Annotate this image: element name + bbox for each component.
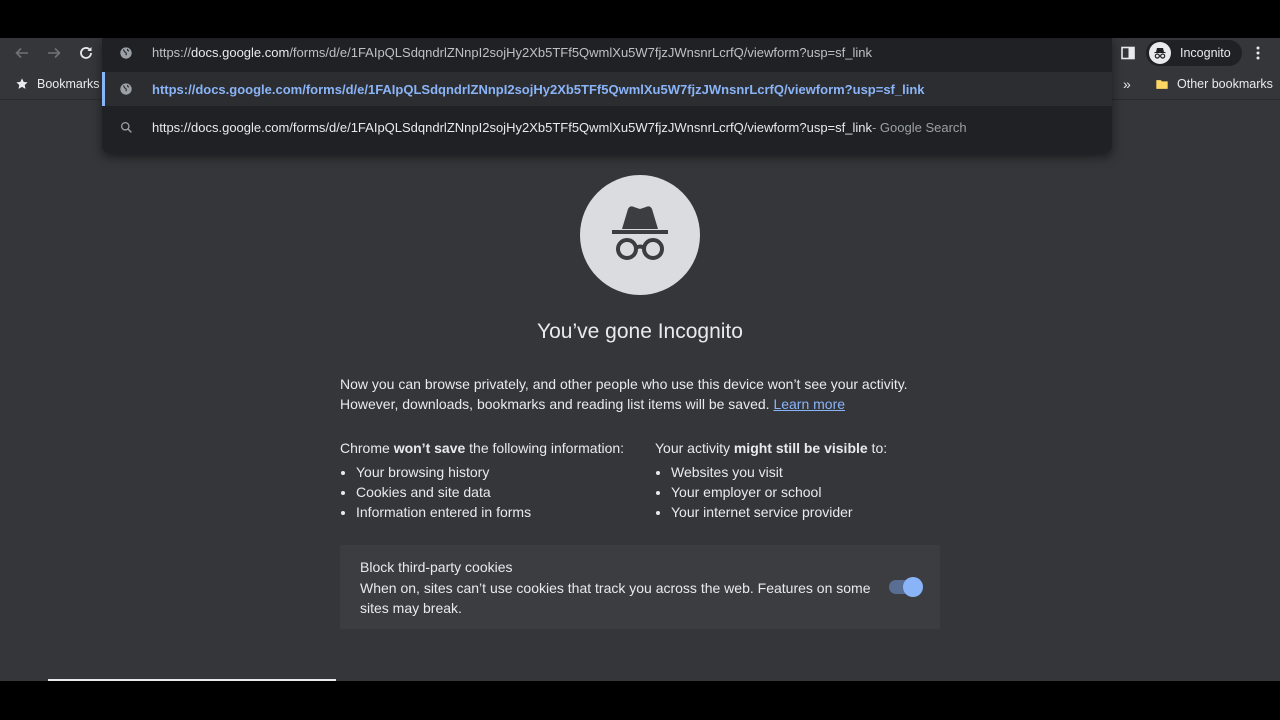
list-item: Information entered in forms	[356, 502, 640, 522]
other-bookmarks-button[interactable]: Other bookmarks	[1155, 67, 1273, 100]
menu-button[interactable]	[1246, 41, 1270, 65]
wont-save-section: Chrome won’t save the following informat…	[340, 438, 640, 522]
cookies-description: When on, sites can’t use cookies that tr…	[360, 580, 871, 616]
star-icon	[16, 77, 28, 89]
bookmarks-overflow-button[interactable]: »	[1123, 67, 1131, 100]
list-item: Websites you visit	[671, 462, 955, 482]
list-item: Your internet service provider	[671, 502, 955, 522]
suggestion-url-text: https://docs.google.com/forms/d/e/1FAIpQ…	[152, 81, 925, 97]
bookmarks-label: Bookmarks	[37, 76, 100, 91]
other-bookmarks-label: Other bookmarks	[1177, 76, 1273, 91]
suggestion-url-selected[interactable]: https://docs.google.com/forms/d/e/1FAIpQ…	[102, 72, 1112, 106]
incognito-ntp: You’ve gone Incognito Now you can browse…	[0, 100, 1280, 681]
suggestion-search-suffix: - Google Search	[871, 119, 967, 135]
intro-paragraph: Now you can browse privately, and other …	[340, 374, 940, 414]
back-button[interactable]	[10, 41, 34, 65]
globe-icon	[118, 45, 134, 61]
forward-arrow-icon	[48, 47, 61, 59]
incognito-avatar-icon	[1149, 42, 1171, 64]
suggestion-search[interactable]: https://docs.google.com/forms/d/e/1FAIpQ…	[102, 110, 1112, 144]
list-item: Your browsing history	[356, 462, 640, 482]
bookmarks-button[interactable]: Bookmarks	[15, 67, 100, 100]
cookies-title: Block third-party cookies	[360, 559, 513, 575]
more-vert-icon	[1256, 46, 1260, 60]
suggestion-search-text: https://docs.google.com/forms/d/e/1FAIpQ…	[152, 119, 872, 135]
wont-save-heading: Chrome won’t save the following informat…	[340, 440, 625, 456]
reload-button[interactable]	[74, 41, 98, 65]
globe-icon	[118, 81, 134, 97]
incognito-logo-icon	[580, 175, 700, 295]
list-item: Your employer or school	[671, 482, 955, 502]
third-party-cookies-card: Block third-party cookies When on, sites…	[340, 545, 940, 629]
back-arrow-icon	[15, 47, 28, 59]
page-title: You’ve gone Incognito	[537, 320, 743, 343]
address-input-text: https://docs.google.com/forms/d/e/1FAIpQ…	[152, 45, 872, 60]
still-visible-heading: Your activity might still be visible to:	[655, 440, 888, 456]
profile-label: Incognito	[1180, 46, 1231, 60]
reload-icon	[80, 47, 92, 59]
search-icon	[118, 119, 134, 135]
video-letterbox-top	[0, 0, 1280, 38]
folder-icon	[1156, 79, 1168, 89]
side-panel-button[interactable]	[1116, 41, 1140, 65]
video-letterbox-bottom	[0, 681, 1280, 720]
side-panel-icon	[1121, 46, 1135, 60]
still-visible-section: Your activity might still be visible to:…	[655, 438, 955, 522]
forward-button[interactable]	[42, 41, 66, 65]
learn-more-link[interactable]: Learn more	[773, 396, 845, 412]
incognito-profile-chip[interactable]: Incognito	[1146, 40, 1242, 66]
address-bar[interactable]: https://docs.google.com/forms/d/e/1FAIpQ…	[102, 38, 1112, 67]
omnibox-dropdown: https://docs.google.com/forms/d/e/1FAIpQ…	[102, 38, 1112, 153]
block-cookies-toggle[interactable]	[889, 577, 923, 597]
list-item: Cookies and site data	[356, 482, 640, 502]
toggle-knob	[903, 577, 923, 597]
browser-window: Incognito Bookmarks » Other bookmarks ht…	[0, 38, 1280, 681]
